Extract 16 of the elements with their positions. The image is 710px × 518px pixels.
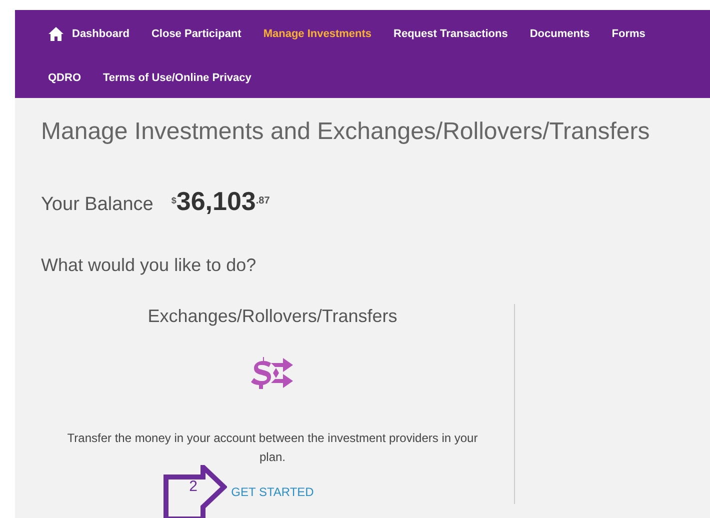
balance-amount: $^{$}$36,103$^{.87}$ bbox=[171, 186, 270, 217]
nav-link[interactable]: Request Transactions bbox=[382, 12, 519, 56]
nav-link[interactable]: Forms bbox=[600, 12, 656, 56]
card-description: Transfer the money in your account between the investment providers in your plan. bbox=[66, 430, 479, 466]
nav-link[interactable]: Close Participant bbox=[140, 12, 252, 56]
nav-link[interactable]: Manage Investments bbox=[252, 12, 383, 56]
nav-link[interactable]: Terms of Use/Online Privacy bbox=[92, 56, 262, 100]
home-icon bbox=[48, 26, 64, 42]
nav-link[interactable]: Documents bbox=[518, 12, 601, 56]
nav-link[interactable]: Dashboard bbox=[37, 12, 140, 56]
balance-label: Your Balance bbox=[41, 194, 154, 216]
page-title: Manage Investments and Exchanges/Rollovers/Transfers bbox=[41, 118, 651, 146]
nav-link[interactable]: QDRO bbox=[37, 56, 92, 100]
callout-arrow: 2 bbox=[163, 465, 228, 518]
section-question: What would you like to do? bbox=[41, 255, 258, 276]
card-title: Exchanges/Rollovers/Transfers bbox=[148, 306, 398, 327]
